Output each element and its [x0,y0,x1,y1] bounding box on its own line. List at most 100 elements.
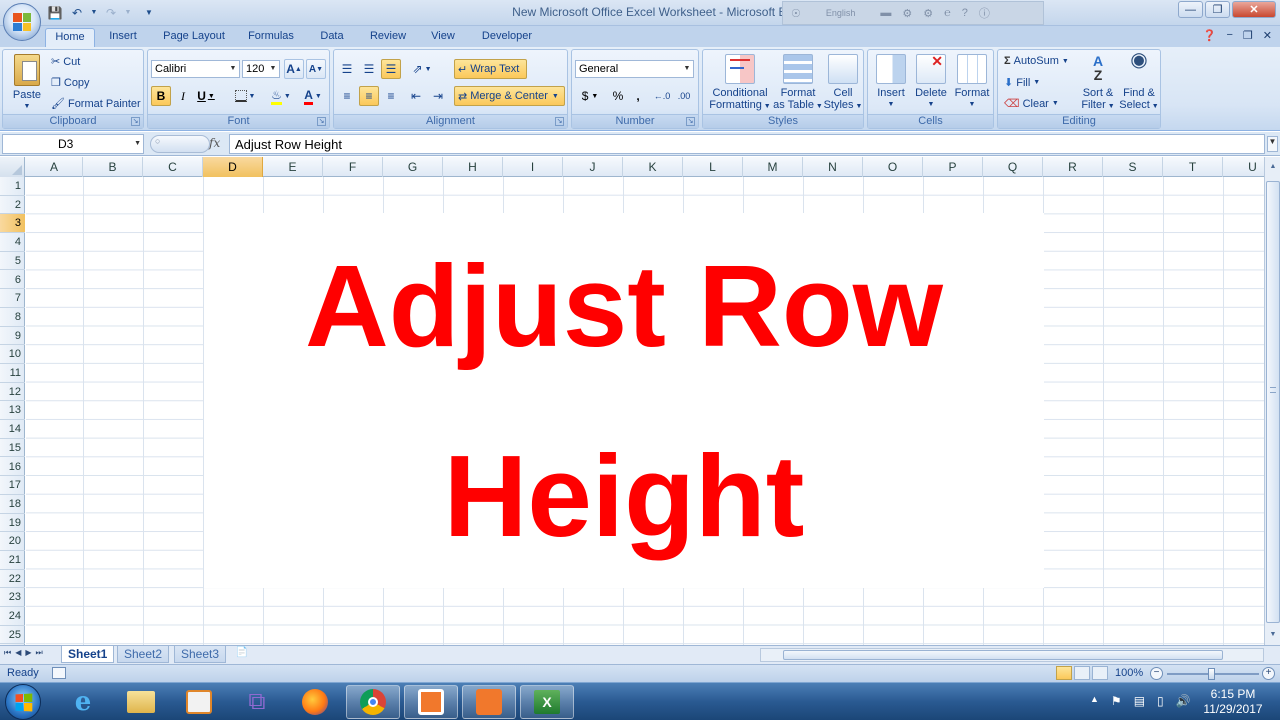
grow-font-button[interactable]: A ▲ [284,59,304,79]
tab-formulas[interactable]: Formulas [244,28,298,47]
fill-button[interactable]: ⬇ Fill ▼ [1004,76,1040,90]
row-header-11[interactable]: 11 [0,364,25,383]
last-sheet-icon[interactable]: ⏭ [36,648,43,658]
page-layout-view-icon[interactable] [1074,666,1090,680]
tab-data[interactable]: Data [314,28,350,47]
tab-home[interactable]: Home [45,28,95,47]
next-sheet-icon[interactable]: ▶ [25,648,31,658]
minimize-icon[interactable]: — [1178,1,1203,18]
column-header-n[interactable]: N [803,157,863,177]
network-icon[interactable]: ▤ [1134,694,1145,708]
help-icon[interactable]: ? [962,7,968,19]
worksheet-grid[interactable]: ABCDEFGHIJKLMNOPQRSTU 1 2 3 4 5 6 7 8 9 10 11 12 13 1… [0,157,1264,645]
merge-center-button[interactable]: ⇄ Merge & Center ▼ [454,86,565,106]
first-sheet-icon[interactable]: ⏮ [4,648,11,658]
normal-view-icon[interactable] [1056,666,1072,680]
underline-button[interactable]: U ▼ [195,86,217,106]
sheet-tab-sheet2[interactable]: Sheet2 [117,646,170,663]
formula-bar-resize-handle[interactable]: ○ [150,135,210,153]
font-name-combo[interactable]: Calibri ▼ [151,60,240,78]
taskbar-firefox[interactable] [288,685,342,719]
taskbar-ie[interactable]: e [56,685,110,719]
number-launcher-icon[interactable]: ↘ [686,117,695,126]
font-launcher-icon[interactable]: ↘ [317,117,326,126]
comma-button[interactable]: , [630,86,646,106]
align-left-button[interactable]: ≡ [337,86,357,106]
row-header-8[interactable]: 8 [0,308,25,327]
column-header-c[interactable]: C [143,157,203,177]
percent-button[interactable]: % [608,86,628,106]
clock[interactable]: 6:15 PM 11/29/2017 [1196,687,1270,717]
zoom-slider-thumb[interactable] [1208,668,1215,680]
row-header-2[interactable]: 2 [0,196,25,215]
row-header-17[interactable]: 17 [0,476,25,495]
vertical-scrollbar[interactable]: ▲ ▼ [1264,157,1280,645]
column-header-t[interactable]: T [1163,157,1223,177]
column-header-b[interactable]: B [83,157,143,177]
column-header-s[interactable]: S [1103,157,1163,177]
settings-icon[interactable]: ⚙ [923,7,933,20]
ribbon-restore-icon[interactable]: ❐ [1243,29,1253,42]
tools-icon[interactable]: ⚙ [902,7,912,20]
orientation-button[interactable]: ⇗ ▼ [408,59,436,79]
sheet-tab-sheet3[interactable]: Sheet3 [174,646,227,663]
delete-cells-button[interactable]: ✕ Delete ▼ [912,54,950,111]
tray-expand-icon[interactable]: ▲ [1090,694,1099,708]
row-header-4[interactable]: 4 [0,233,25,252]
taskbar-screen-recorder-2[interactable] [462,685,516,719]
column-header-l[interactable]: L [683,157,743,177]
tab-review[interactable]: Review [365,28,411,47]
wrap-text-button[interactable]: ↵ Wrap Text [454,59,527,79]
tab-insert[interactable]: Insert [102,28,144,47]
scroll-up-icon[interactable]: ▲ [1266,159,1280,175]
align-right-button[interactable]: ≡ [381,86,401,106]
row-header-18[interactable]: 18 [0,495,25,514]
column-header-o[interactable]: O [863,157,923,177]
column-header-a[interactable]: A [26,157,83,177]
column-header-p[interactable]: P [923,157,983,177]
office-button[interactable] [3,3,41,41]
number-format-combo[interactable]: General ▼ [575,60,694,78]
page-break-view-icon[interactable] [1092,666,1108,680]
row-header-21[interactable]: 21 [0,551,25,570]
merged-cell-d3[interactable]: Adjust Row Height [204,213,1044,588]
format-painter-button[interactable]: 🖌 Format Painter [51,97,141,111]
bottom-align-button[interactable]: ☰ [381,59,401,79]
row-header-23[interactable]: 23 [0,588,25,608]
taskbar-screen-recorder-1[interactable] [404,685,458,719]
taskbar-chrome[interactable] [346,685,400,719]
tab-page-layout[interactable]: Page Layout [158,28,230,47]
column-header-k[interactable]: K [623,157,683,177]
start-button[interactable] [5,684,41,720]
align-center-button[interactable]: ≡ [359,86,379,106]
battery-icon[interactable]: ▯ [1157,694,1164,708]
scroll-down-icon[interactable]: ▼ [1266,627,1280,643]
column-header-d[interactable]: D [203,157,263,177]
row-header-10[interactable]: 10 [0,345,25,364]
horizontal-scrollbar[interactable] [760,648,1264,662]
autosum-button[interactable]: Σ AutoSum ▼ [1004,55,1069,67]
increase-decimal-button[interactable]: ←.0 [652,86,672,106]
row-header-14[interactable]: 14 [0,420,25,439]
conditional-formatting-button[interactable]: Conditional Formatting ▼ [707,54,773,113]
ime-language[interactable]: English [826,8,856,18]
border-button[interactable]: ▼ [230,86,260,106]
copy-button[interactable]: ❐ Copy [51,76,90,90]
taskbar-explorer[interactable] [114,685,168,719]
column-header-u[interactable]: U [1223,157,1264,177]
taskbar-excel[interactable]: X [520,685,574,719]
insert-function-button[interactable]: fx [209,136,220,150]
clipboard-launcher-icon[interactable]: ↘ [131,117,140,126]
row-header-20[interactable]: 20 [0,532,25,551]
row-header-19[interactable]: 19 [0,514,25,533]
name-box[interactable]: D3 ▼ [2,134,144,154]
help-icon[interactable]: ❓ [1203,29,1217,42]
row-header-22[interactable]: 22 [0,570,25,589]
macro-record-icon[interactable] [52,667,66,679]
ribbon-minimize-icon[interactable]: − [1226,29,1232,42]
column-header-f[interactable]: F [323,157,383,177]
keyboard-icon[interactable]: ▬ [880,7,891,19]
row-header-7[interactable]: 7 [0,289,25,308]
decrease-decimal-button[interactable]: .00 [674,86,694,106]
workbook-close-icon[interactable]: ✕ [1263,29,1272,42]
